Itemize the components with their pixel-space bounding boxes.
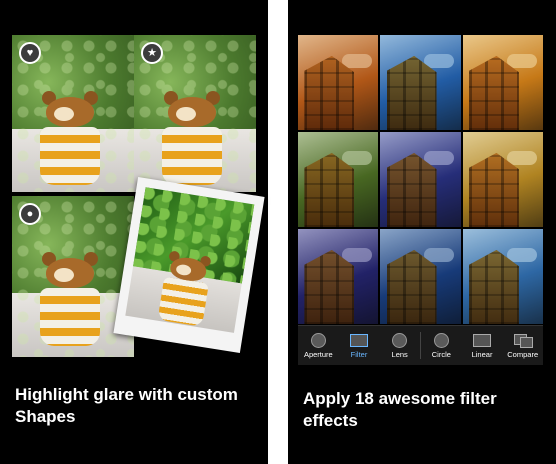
filter-preview-tile[interactable] xyxy=(380,229,461,324)
filter-preview-tile[interactable] xyxy=(462,35,543,130)
circle-icon xyxy=(433,332,449,348)
filter-preview-tile[interactable] xyxy=(462,229,543,324)
tool-filter[interactable]: Filter xyxy=(339,326,380,365)
filter-caption: Apply 18 awesome filter effects xyxy=(303,389,497,430)
tool-linear[interactable]: Linear xyxy=(462,326,503,365)
tool-label: Filter xyxy=(350,350,368,359)
star-shape-preview[interactable]: ★ xyxy=(134,35,256,192)
tool-lens[interactable]: Lens xyxy=(379,326,420,365)
aperture-icon xyxy=(310,332,326,348)
tool-aperture[interactable]: Aperture xyxy=(298,326,339,365)
filter-preview-tile[interactable] xyxy=(298,35,379,130)
filter-preview-tile[interactable] xyxy=(462,132,543,227)
tool-label: Circle xyxy=(431,350,451,359)
star-icon: ★ xyxy=(141,42,163,64)
bear-figurine-photo xyxy=(38,91,102,185)
tool-compare[interactable]: Compare xyxy=(502,326,543,365)
bear-figurine-photo xyxy=(38,252,102,346)
heart-icon: ♥ xyxy=(19,42,41,64)
filter-preview-tile[interactable] xyxy=(380,132,461,227)
heart-shape-preview[interactable]: ♥ xyxy=(12,35,134,192)
filter-preview-tile[interactable] xyxy=(298,132,379,227)
filter-preview-grid xyxy=(298,35,543,324)
tool-label: Lens xyxy=(391,350,408,359)
circle-icon: ● xyxy=(19,203,41,225)
lens-icon xyxy=(392,332,408,348)
glare-caption: Highlight glare with custom Shapes xyxy=(15,385,238,426)
tool-label: Linear xyxy=(471,350,493,359)
filter-preview-tile[interactable] xyxy=(380,35,461,130)
tool-circle[interactable]: Circle xyxy=(421,326,462,365)
polaroid-photo xyxy=(113,176,265,354)
linear-icon xyxy=(473,333,492,347)
tool-label: Aperture xyxy=(303,350,333,359)
filter-icon xyxy=(350,333,368,347)
editor-toolbar: Aperture Filter Lens Circle Linear Compare xyxy=(298,325,543,365)
bear-figurine-photo xyxy=(156,250,214,327)
glare-shapes-screenshot: ♥ ★ ● Highlight glare with custom Shapes xyxy=(0,0,268,464)
filter-preview-tile[interactable] xyxy=(298,229,379,324)
compare-icon xyxy=(513,333,533,348)
tool-label: Compare xyxy=(507,350,539,359)
bear-figurine-photo xyxy=(160,91,224,185)
filter-effects-screenshot: Aperture Filter Lens Circle Linear Compare Ap… xyxy=(288,0,556,464)
